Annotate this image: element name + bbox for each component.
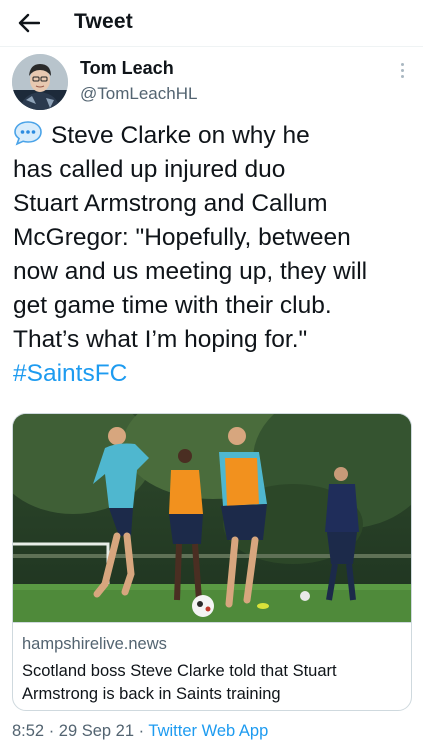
author-handle[interactable]: @TomLeachHL: [80, 84, 197, 104]
tweet-line: Stuart Armstrong and Callum: [13, 190, 328, 217]
top-bar: Tweet: [0, 0, 423, 47]
author-name[interactable]: Tom Leach: [80, 58, 174, 79]
card-title: Scotland boss Steve Clarke told that Stu…: [22, 662, 337, 703]
back-button[interactable]: [14, 8, 44, 38]
card-meta: hampshirelive.news Scotland boss Steve C…: [13, 622, 411, 710]
card-image: [13, 414, 411, 622]
tweet-date[interactable]: 29 Sep 21: [59, 722, 134, 740]
tweet-line: That’s what I’m hoping for.": [13, 326, 308, 353]
more-dots-icon: [400, 62, 404, 66]
tweet-line: has called up injured duo: [13, 156, 286, 183]
tweet-line: get game time with their club.: [13, 292, 332, 319]
tweet-page: Tweet Tom Leach @TomLeachHL Steve Clarke…: [0, 0, 423, 750]
avatar[interactable]: [12, 54, 68, 110]
tweet-timestamp: 8:52 · 29 Sep 21 · Twitter Web App: [12, 722, 269, 740]
avatar-image: [12, 54, 68, 110]
tweet-line: now and us meeting up, they will: [13, 258, 368, 285]
speech-balloon-icon: [14, 121, 42, 146]
tweet-line: McGregor: "Hopefully, between: [13, 224, 351, 251]
tweet-time[interactable]: 8:52: [12, 722, 44, 740]
more-options-button[interactable]: [392, 58, 412, 82]
hashtag-link[interactable]: #SaintsFC: [13, 357, 413, 391]
tweet-source-link[interactable]: Twitter Web App: [148, 722, 268, 740]
tweet-text: Steve Clarke on why he has called up inj…: [13, 119, 413, 391]
card-domain: hampshirelive.news: [22, 635, 167, 653]
link-preview-card[interactable]: hampshirelive.news Scotland boss Steve C…: [12, 413, 412, 711]
arrow-left-icon: [18, 13, 40, 33]
page-title: Tweet: [74, 10, 133, 33]
tweet-line: Steve Clarke on why he: [13, 119, 413, 153]
